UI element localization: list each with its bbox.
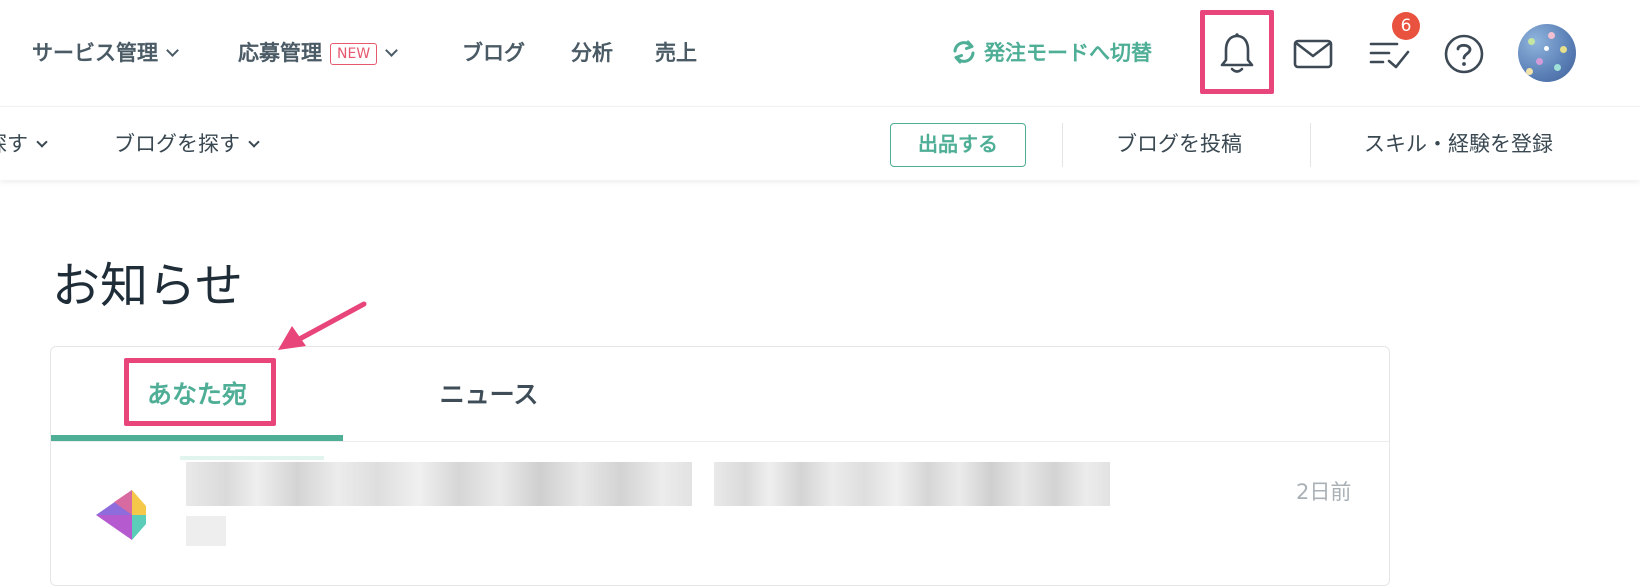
post-blog-link[interactable]: ブログを投稿 bbox=[1116, 127, 1242, 161]
chevron-down-icon bbox=[248, 136, 260, 148]
subnav-search[interactable]: 探す bbox=[0, 127, 48, 161]
nav-service-management[interactable]: サービス管理 bbox=[32, 36, 179, 70]
tab-divider bbox=[51, 441, 1389, 442]
chevron-down-icon bbox=[385, 44, 399, 57]
switch-order-mode-link[interactable]: 発注モードへ切替 bbox=[950, 36, 1152, 70]
new-badge: NEW bbox=[330, 43, 378, 65]
subnav-search-blog[interactable]: ブログを探す bbox=[114, 127, 260, 161]
notification-time: 2日前 bbox=[1296, 480, 1352, 504]
divider bbox=[1062, 123, 1063, 167]
bell-highlight-box bbox=[1200, 10, 1274, 94]
blurred-content bbox=[714, 462, 1110, 506]
help-icon bbox=[1444, 34, 1484, 74]
sub-navbar: 探す ブログを探す 出品する ブログを投稿 スキル・経験を登録 bbox=[0, 106, 1640, 180]
tab-highlight-box bbox=[124, 358, 276, 426]
nav-application-management[interactable]: 応募管理 NEW bbox=[238, 36, 399, 70]
avatar[interactable] bbox=[1518, 24, 1576, 82]
refresh-icon bbox=[953, 40, 975, 64]
nav-analytics[interactable]: 分析 bbox=[571, 36, 613, 70]
mail-icon bbox=[1293, 39, 1333, 69]
divider bbox=[1310, 123, 1311, 167]
blurred-content bbox=[186, 516, 226, 546]
pointer-arrow-icon bbox=[278, 301, 367, 350]
register-skill-link[interactable]: スキル・経験を登録 bbox=[1364, 127, 1553, 161]
chevron-down-icon bbox=[166, 44, 179, 57]
todo-checklist-icon bbox=[1369, 42, 1410, 69]
top-navbar: サービス管理 応募管理 NEW ブログ 分析 売上 発注モードへ切替 6 bbox=[0, 0, 1640, 106]
tab-news[interactable]: ニュース bbox=[343, 347, 635, 443]
messages-button[interactable] bbox=[1283, 24, 1343, 84]
blurred-content bbox=[180, 456, 324, 460]
page-title: お知らせ bbox=[52, 258, 244, 314]
todo-count-badge: 6 bbox=[1392, 12, 1420, 40]
create-listing-button[interactable]: 出品する bbox=[890, 123, 1026, 167]
app-logo-icon bbox=[96, 490, 146, 540]
nav-sales[interactable]: 売上 bbox=[655, 36, 697, 70]
chevron-down-icon bbox=[36, 136, 48, 148]
blurred-content bbox=[186, 462, 692, 506]
nav-blog[interactable]: ブログ bbox=[462, 36, 525, 70]
help-button[interactable] bbox=[1434, 24, 1494, 84]
